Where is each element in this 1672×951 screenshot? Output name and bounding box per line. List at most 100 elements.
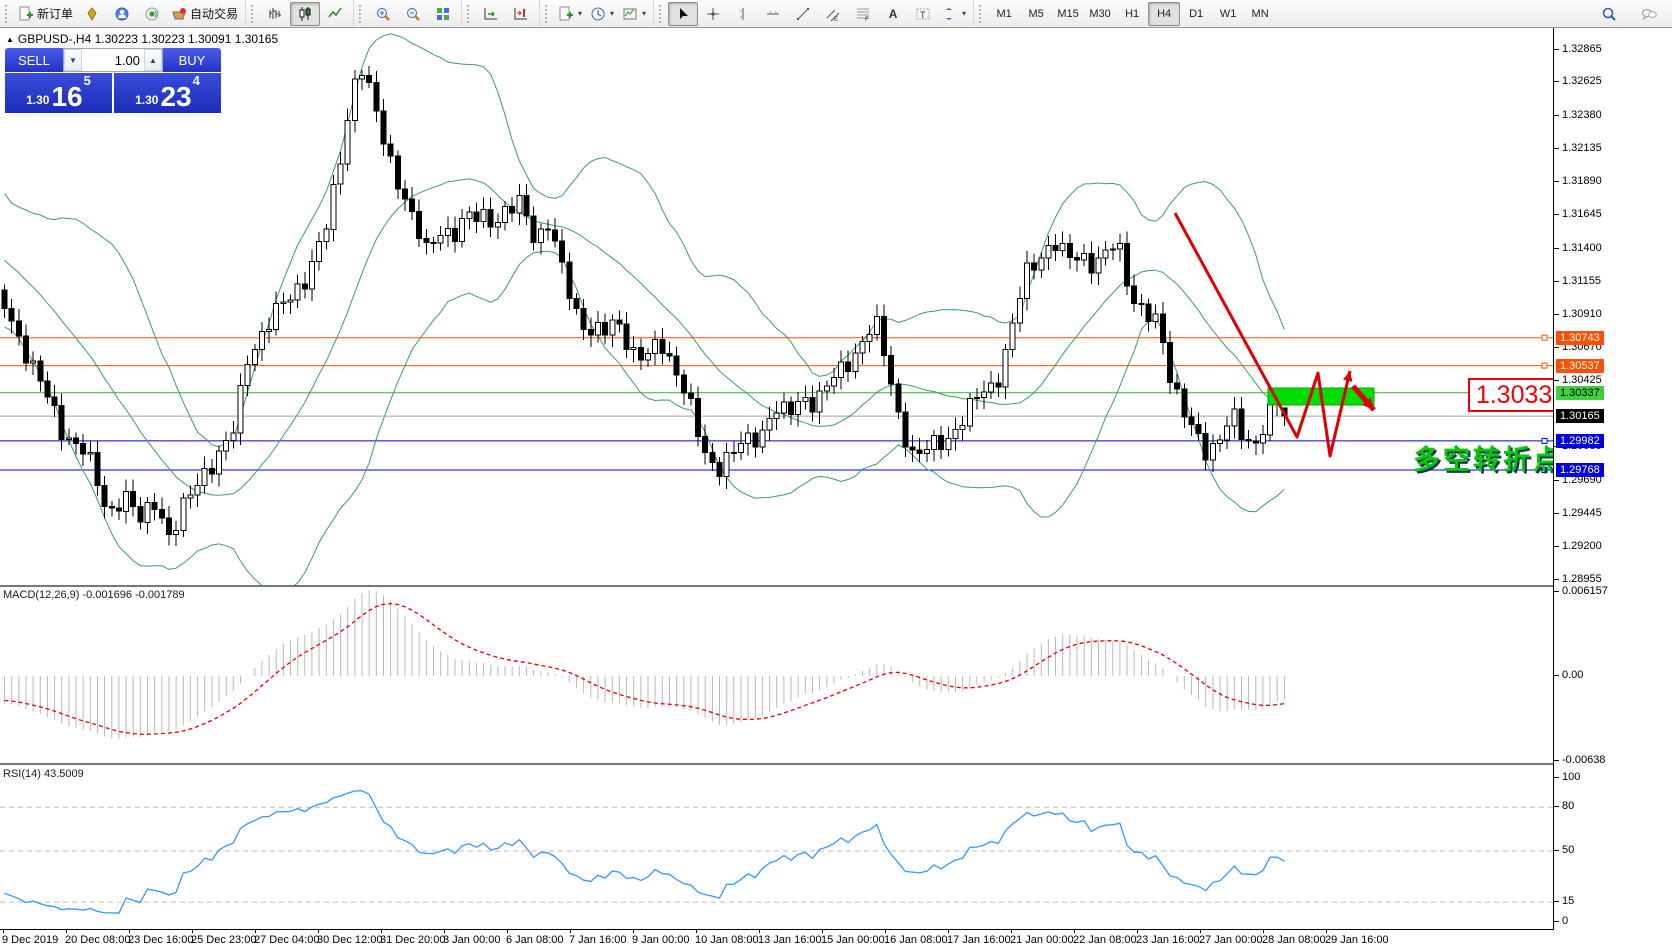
time-tick xyxy=(381,930,382,933)
time-tick xyxy=(633,930,634,933)
price-chart-canvas[interactable] xyxy=(0,28,1553,585)
auto-trading-button[interactable]: 自动交易 xyxy=(167,2,242,26)
periods-button[interactable]: ▾ xyxy=(586,2,618,26)
tf-m1-button[interactable]: M1 xyxy=(988,2,1020,26)
time-tick xyxy=(948,930,949,933)
toolbar-right xyxy=(1594,2,1672,26)
periods-dropdown-caret[interactable]: ▾ xyxy=(610,9,614,18)
tf-d1-button[interactable]: D1 xyxy=(1180,2,1212,26)
equidistant-channel-button[interactable]: E xyxy=(818,2,848,26)
horizontal-line-button[interactable] xyxy=(758,2,788,26)
tf-mn-label: MN xyxy=(1252,8,1269,20)
price-tick: 1.32135 xyxy=(1562,142,1602,154)
zoom-out-icon xyxy=(405,6,421,22)
chart-shift-icon xyxy=(513,6,529,22)
charts-window-button[interactable] xyxy=(77,2,107,26)
toolbar-grip[interactable] xyxy=(359,5,366,23)
price-tick: 1.32380 xyxy=(1562,109,1602,121)
sell-button[interactable]: SELL xyxy=(5,48,63,72)
tf-h1-button[interactable]: H1 xyxy=(1116,2,1148,26)
price-level-chip: 1.29982 xyxy=(1556,434,1604,448)
tile-windows-icon xyxy=(435,6,451,22)
auto-scroll-button[interactable] xyxy=(476,2,506,26)
time-tick xyxy=(1137,930,1138,933)
time-label: 23 Jan 16:00 xyxy=(1136,934,1200,946)
sell-price[interactable]: 1.30165 xyxy=(5,73,112,113)
toolbar-group-1 xyxy=(245,0,353,27)
new-order-button[interactable]: 新订单 xyxy=(14,2,77,26)
price-tick: 1.28955 xyxy=(1562,573,1602,585)
arrows-dropdown-caret[interactable]: ▾ xyxy=(962,9,966,18)
chart-shift-button[interactable] xyxy=(506,2,536,26)
time-tick xyxy=(129,930,130,933)
text-button[interactable]: A xyxy=(878,2,908,26)
tf-m30-button[interactable]: M30 xyxy=(1084,2,1116,26)
auto-trading-icon xyxy=(171,6,187,22)
time-label: 29 Jan 16:00 xyxy=(1325,934,1389,946)
turning-point-annotation[interactable]: 多空转折点 xyxy=(1413,438,1563,477)
tile-windows-button[interactable] xyxy=(428,2,458,26)
toolbar-grip[interactable] xyxy=(979,5,986,23)
templates-dropdown-caret[interactable]: ▾ xyxy=(642,9,646,18)
vertical-line-button[interactable] xyxy=(728,2,758,26)
symbol-ohlc-text: GBPUSD-,H4 1.30223 1.30223 1.30091 1.301… xyxy=(18,32,278,46)
bar-chart-type-icon xyxy=(267,6,283,22)
volume-increase-button[interactable]: ▲ xyxy=(144,49,162,71)
signals-button[interactable] xyxy=(137,2,167,26)
arrows-button[interactable]: ▾ xyxy=(938,2,970,26)
search-button[interactable] xyxy=(1594,2,1624,26)
toolbar-grip[interactable] xyxy=(545,5,552,23)
templates-button[interactable]: ▾ xyxy=(618,2,650,26)
chat-button[interactable] xyxy=(1634,2,1664,26)
line-chart-type-button[interactable] xyxy=(320,2,350,26)
tf-m5-button[interactable]: M5 xyxy=(1020,2,1052,26)
cursor-button[interactable] xyxy=(668,2,698,26)
svg-text:T: T xyxy=(920,10,926,20)
buy-button[interactable]: BUY xyxy=(163,48,221,72)
rsi-axis-label: 80 xyxy=(1562,800,1574,812)
zoom-out-button[interactable] xyxy=(398,2,428,26)
time-label: 16 Jan 08:00 xyxy=(884,934,948,946)
price-tick: 1.29445 xyxy=(1562,507,1602,519)
bar-chart-type-button[interactable] xyxy=(260,2,290,26)
tf-w1-button[interactable]: W1 xyxy=(1212,2,1244,26)
price-tick: 1.31400 xyxy=(1562,242,1602,254)
indicators-button[interactable]: ▾ xyxy=(554,2,586,26)
fibonacci-button[interactable]: F xyxy=(848,2,878,26)
new-order-icon xyxy=(18,6,34,22)
time-label: 15 Jan 00:00 xyxy=(821,934,885,946)
tf-mn-button[interactable]: MN xyxy=(1244,2,1276,26)
pane-separator[interactable] xyxy=(0,763,1672,765)
macd-canvas[interactable] xyxy=(0,587,1553,762)
toolbar-grip[interactable] xyxy=(659,5,666,23)
toolbar-grip[interactable] xyxy=(5,5,12,23)
trendline-button[interactable] xyxy=(788,2,818,26)
rsi-axis-label: 0 xyxy=(1562,915,1568,927)
time-tick xyxy=(507,930,508,933)
indicators-icon xyxy=(558,6,574,22)
time-tick xyxy=(885,930,886,933)
candle-chart-type-button[interactable] xyxy=(290,2,320,26)
toolbar-grip[interactable] xyxy=(467,5,474,23)
time-tick xyxy=(444,930,445,933)
collapse-panel-icon[interactable]: ▲ xyxy=(6,35,14,44)
macd-axis-label: 0.00 xyxy=(1562,669,1583,681)
tf-m15-button[interactable]: M15 xyxy=(1052,2,1084,26)
zoom-in-button[interactable] xyxy=(368,2,398,26)
price-tick: 1.30910 xyxy=(1562,308,1602,320)
tf-h4-button[interactable]: H4 xyxy=(1148,2,1180,26)
buy-price[interactable]: 1.30234 xyxy=(114,73,221,113)
time-axis[interactable]: 9 Dec 201920 Dec 08:0023 Dec 16:0025 Dec… xyxy=(0,930,1672,951)
time-label: 27 Dec 04:00 xyxy=(254,934,319,946)
rsi-axis-label: 15 xyxy=(1562,895,1574,907)
volume-decrease-button[interactable]: ▼ xyxy=(64,49,82,71)
toolbar-grip[interactable] xyxy=(251,5,258,23)
volume-input[interactable] xyxy=(82,49,144,71)
crosshair-button[interactable] xyxy=(698,2,728,26)
indicators-dropdown-caret[interactable]: ▾ xyxy=(578,9,582,18)
text-label-button[interactable]: T xyxy=(908,2,938,26)
market-watch-button[interactable] xyxy=(107,2,137,26)
search-icon xyxy=(1601,6,1617,22)
rsi-canvas[interactable] xyxy=(0,766,1553,929)
price-axis[interactable]: 1.328651.326251.323801.321351.318901.316… xyxy=(1553,28,1672,930)
